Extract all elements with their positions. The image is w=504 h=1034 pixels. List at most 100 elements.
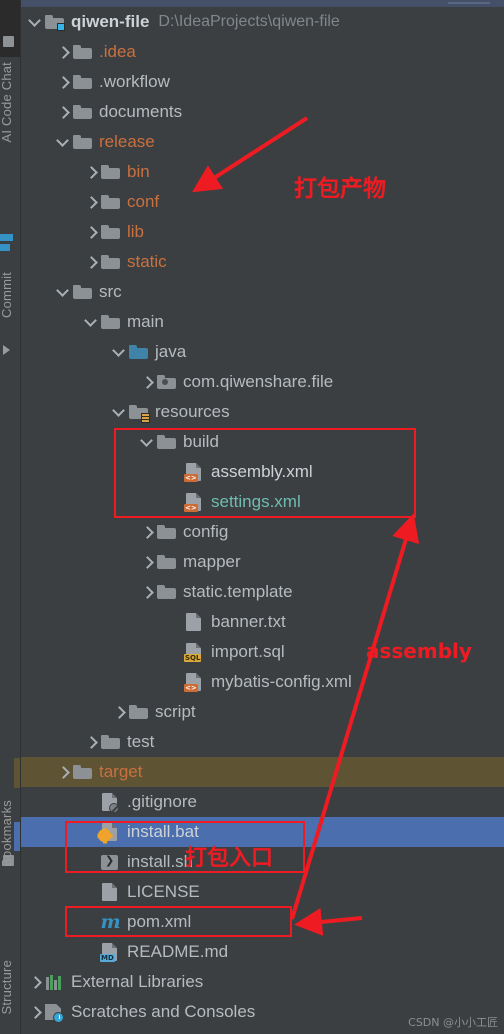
tree-row[interactable]: release	[21, 127, 504, 157]
tree-node-label: .idea	[99, 42, 136, 61]
tree-node-label: lib	[127, 222, 145, 241]
bat-file-icon	[98, 822, 121, 842]
tree-node-label: External Libraries	[71, 972, 204, 991]
tree-node-label: banner.txt	[211, 612, 286, 631]
chevron-right-icon[interactable]	[85, 225, 99, 239]
tree-row[interactable]: .workflow	[21, 67, 504, 97]
tree-row[interactable]: conf	[21, 187, 504, 217]
chevron-right-icon[interactable]	[141, 585, 155, 599]
tree-row[interactable]: .idea	[21, 37, 504, 67]
shell-file-icon	[99, 852, 121, 872]
tree-row[interactable]: main	[21, 307, 504, 337]
tree-row[interactable]: install.bat	[21, 817, 504, 847]
tree-row[interactable]: test	[21, 727, 504, 757]
tree-row[interactable]: bin	[21, 157, 504, 187]
chevron-right-icon[interactable]	[141, 555, 155, 569]
tree-row[interactable]: External Libraries	[21, 967, 504, 997]
chevron-down-icon[interactable]	[113, 345, 127, 359]
tree-row[interactable]: MD README.md	[21, 937, 504, 967]
resource-root-folder-icon	[127, 402, 150, 423]
tree-node-label: conf	[127, 192, 160, 211]
sidebar-item-commit[interactable]: Commit	[0, 272, 14, 318]
sidebar-item-ai-code-chat[interactable]: AI Code Chat	[0, 62, 14, 142]
package-icon	[155, 372, 177, 392]
tree-row[interactable]: config	[21, 517, 504, 547]
tree-row[interactable]: qiwen-file D:\IdeaProjects\qiwen-file	[21, 7, 504, 37]
chevron-right-icon[interactable]	[113, 705, 127, 719]
tree-row[interactable]: script	[21, 697, 504, 727]
chevron-right-icon[interactable]	[85, 195, 99, 209]
chevron-down-icon[interactable]	[141, 435, 155, 449]
sql-file-icon: SQL	[183, 642, 205, 662]
chevron-right-icon[interactable]	[85, 255, 99, 269]
chevron-right-icon[interactable]	[29, 1005, 43, 1019]
tree-row[interactable]: static	[21, 247, 504, 277]
tree-node-label: mybatis-config.xml	[211, 672, 352, 691]
chevron-right-icon[interactable]	[57, 105, 71, 119]
chevron-right-icon[interactable]	[141, 525, 155, 539]
tree-row[interactable]: Scratches and Consoles	[21, 997, 504, 1027]
stripe-chip-icon	[3, 36, 14, 47]
project-path-label: D:\IdeaProjects\qiwen-file	[158, 13, 340, 30]
chevron-down-icon[interactable]	[57, 285, 71, 299]
markdown-file-icon: MD	[99, 942, 121, 962]
tree-row[interactable]: banner.txt	[21, 607, 504, 637]
tree-row[interactable]: static.template	[21, 577, 504, 607]
tree-row[interactable]: <> settings.xml	[21, 487, 504, 517]
chevron-down-icon[interactable]	[29, 15, 43, 29]
chevron-down-icon[interactable]	[57, 135, 71, 149]
tree-row[interactable]: build	[21, 427, 504, 457]
tree-node-label: assembly.xml	[211, 462, 313, 481]
project-tree[interactable]: qiwen-file D:\IdeaProjects\qiwen-file .ide…	[21, 7, 504, 1034]
structure-arrow-icon	[3, 345, 10, 355]
chevron-down-icon[interactable]	[113, 405, 127, 419]
chevron-right-icon[interactable]	[85, 165, 99, 179]
sidebar-item-structure[interactable]: Structure	[0, 960, 14, 1015]
folder-icon	[99, 732, 121, 752]
tree-row[interactable]: mapper	[21, 547, 504, 577]
tree-row[interactable]: <> assembly.xml	[21, 457, 504, 487]
tree-row[interactable]: LICENSE	[21, 877, 504, 907]
tree-row[interactable]: com.qiwenshare.file	[21, 367, 504, 397]
tree-node-label: static.template	[183, 582, 293, 601]
tree-row[interactable]: documents	[21, 97, 504, 127]
tree-node-label: import.sql	[211, 642, 285, 661]
tree-row[interactable]: .gitignore	[21, 787, 504, 817]
chevron-down-icon[interactable]	[85, 315, 99, 329]
folder-icon	[127, 702, 149, 722]
tree-row[interactable]: install.sh	[21, 847, 504, 877]
chevron-right-icon[interactable]	[57, 765, 71, 779]
tree-row[interactable]: m pom.xml	[21, 907, 504, 937]
folder-icon	[155, 582, 177, 602]
chevron-right-icon[interactable]	[141, 375, 155, 389]
sidebar-item-bookmarks[interactable]: Bookmarks	[0, 800, 14, 867]
tree-node-label: src	[99, 282, 122, 301]
chevron-right-icon[interactable]	[57, 45, 71, 59]
tree-row[interactable]: target	[21, 757, 504, 787]
tree-row[interactable]: SQL import.sql	[21, 637, 504, 667]
tree-row[interactable]: src	[21, 277, 504, 307]
tree-node-label: install.sh	[127, 852, 194, 871]
chevron-right-icon[interactable]	[85, 735, 99, 749]
xml-file-icon: <>	[183, 672, 205, 692]
tree-node-label: LICENSE	[127, 882, 200, 901]
tree-node-label: Scratches and Consoles	[71, 1002, 256, 1021]
tree-row[interactable]: resources	[21, 397, 504, 427]
chevron-right-icon[interactable]	[57, 75, 71, 89]
tree-row[interactable]: <> mybatis-config.xml	[21, 667, 504, 697]
chevron-right-icon[interactable]	[29, 975, 43, 989]
tree-row[interactable]: lib	[21, 217, 504, 247]
tree-row[interactable]: java	[21, 337, 504, 367]
